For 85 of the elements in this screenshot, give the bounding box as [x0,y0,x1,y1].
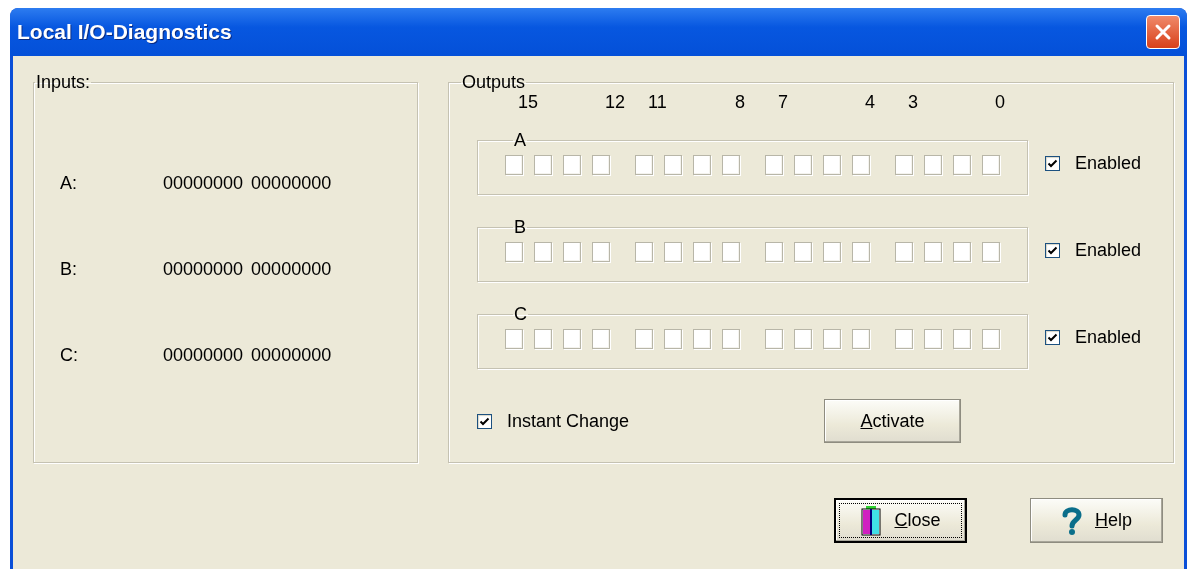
checkbox-label: Instant Change [506,410,630,432]
bit-checkbox[interactable] [851,242,870,262]
bit-checkbox[interactable] [634,242,653,262]
bit-checkbox[interactable] [952,155,971,175]
bit-checkbox[interactable] [533,242,552,262]
bit-number: 11 [647,92,667,113]
door-icon [860,505,883,536]
bit-checkbox[interactable] [721,329,740,349]
close-button[interactable]: Close [834,498,967,543]
group-title: B [512,219,527,235]
bit-checkbox[interactable] [822,155,841,175]
group-title: C [512,306,528,322]
help-button[interactable]: Help [1030,498,1163,543]
bit-checkbox[interactable] [851,329,870,349]
bit-checkbox[interactable] [764,329,783,349]
bit-checkbox[interactable] [793,329,812,349]
checkbox-label: Enabled [1074,153,1142,174]
checkbox-label: Enabled [1074,240,1142,261]
bit-checkbox[interactable] [533,329,552,349]
bit-number: 12 [604,92,625,113]
bit-number: 4 [864,92,875,113]
bit-checkbox[interactable] [981,155,1000,175]
bit-value: 00000000 [251,172,332,194]
instant-change-checkbox[interactable] [476,413,492,429]
bit-value: 00000000 [251,258,332,280]
bit-checkbox[interactable] [894,329,913,349]
close-window-button[interactable] [1146,15,1180,49]
bit-checkbox[interactable] [591,155,610,175]
bit-checkbox[interactable] [894,242,913,262]
bit-checkbox[interactable] [764,155,783,175]
enabled-checkbox[interactable] [1044,156,1060,171]
bit-checkbox[interactable] [663,242,682,262]
bit-checkbox[interactable] [981,329,1000,349]
bit-checkbox[interactable] [952,329,971,349]
activate-button[interactable]: Activate [823,399,961,443]
bit-checkbox[interactable] [923,329,942,349]
bit-number: 8 [734,92,745,113]
bit-checkbox[interactable] [533,155,552,175]
bit-checkbox[interactable] [952,242,971,262]
bit-checkbox[interactable] [981,242,1000,262]
bit-checkbox[interactable] [591,242,610,262]
bit-checkbox[interactable] [894,155,913,175]
bit-checkbox[interactable] [634,155,653,175]
bit-checkbox[interactable] [822,329,841,349]
bit-checkbox[interactable] [822,242,841,262]
group-title: Outputs [460,72,526,92]
bit-checkbox[interactable] [504,329,523,349]
bit-checkbox[interactable] [504,155,523,175]
enabled-checkbox[interactable] [1044,243,1060,258]
group-title: A [512,132,527,148]
bit-checkbox[interactable] [663,155,682,175]
bit-number: 0 [994,92,1005,113]
enabled-checkbox[interactable] [1044,330,1060,345]
bit-number: 3 [907,92,918,113]
bit-checkbox[interactable] [793,242,812,262]
bit-checkbox[interactable] [851,155,870,175]
bit-checkbox[interactable] [562,329,581,349]
bit-number: 7 [777,92,788,113]
help-icon [1061,505,1083,536]
bit-checkbox[interactable] [692,242,711,262]
bit-checkbox[interactable] [591,329,610,349]
bit-checkbox[interactable] [721,155,740,175]
port-label: B: [60,258,78,280]
bit-number: 15 [517,92,538,113]
checkbox-label: Enabled [1074,327,1142,348]
bit-value: 00000000 [163,258,244,280]
bit-checkbox[interactable] [923,242,942,262]
bit-value: 00000000 [163,172,244,194]
bit-checkbox[interactable] [721,242,740,262]
port-label: C: [60,344,79,366]
bit-checkbox[interactable] [663,329,682,349]
bit-checkbox[interactable] [692,155,711,175]
port-label: A: [60,172,78,194]
window-title: Local I/O-Diagnostics [17,20,232,44]
bit-checkbox[interactable] [562,155,581,175]
bit-checkbox[interactable] [764,242,783,262]
bit-value: 00000000 [163,344,244,366]
bit-checkbox[interactable] [634,329,653,349]
bit-checkbox[interactable] [923,155,942,175]
group-title: Inputs: [35,72,92,92]
bit-checkbox[interactable] [692,329,711,349]
bit-value: 00000000 [251,344,332,366]
bit-checkbox[interactable] [793,155,812,175]
bit-checkbox[interactable] [562,242,581,262]
bit-checkbox[interactable] [504,242,523,262]
